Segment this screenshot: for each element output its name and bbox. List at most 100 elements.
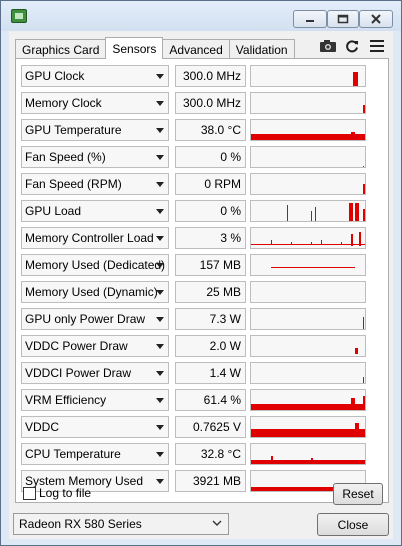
- sensor-value: 0 %: [175, 200, 246, 222]
- sensor-name-dropdown[interactable]: VDDC: [21, 416, 169, 438]
- caret-down-icon: [156, 344, 164, 349]
- minimize-button[interactable]: [293, 10, 327, 28]
- minimize-icon: [306, 20, 314, 22]
- tab-advanced[interactable]: Advanced: [162, 39, 230, 59]
- sensor-value: 300.0 MHz: [175, 92, 246, 114]
- caret-down-icon: [156, 155, 164, 160]
- close-button[interactable]: Close: [317, 513, 389, 536]
- sensor-name-dropdown[interactable]: VRM Efficiency: [21, 389, 169, 411]
- sensor-row: VDDC 0.7625 V: [21, 416, 383, 438]
- graph-bar: [353, 72, 358, 86]
- graph-bar: [251, 244, 365, 245]
- sensor-graph: [250, 254, 366, 276]
- sensor-graph: [250, 281, 366, 303]
- sensor-name-label: GPU Clock: [25, 69, 85, 83]
- sensor-name-dropdown[interactable]: Fan Speed (RPM): [21, 173, 169, 195]
- sensor-name-label: Memory Clock: [25, 96, 102, 110]
- graph-bar: [291, 242, 292, 245]
- sensor-name-label: CPU Temperature: [25, 447, 121, 461]
- caret-down-icon: [156, 398, 164, 403]
- reset-button[interactable]: Reset: [333, 483, 383, 505]
- sensor-name-dropdown[interactable]: Memory Clock: [21, 92, 169, 114]
- sensor-row: GPU Load 0 %: [21, 200, 383, 222]
- refresh-button[interactable]: [341, 37, 363, 55]
- graph-bar: [341, 242, 342, 245]
- graph-bar: [351, 398, 355, 404]
- sensor-value: 61.4 %: [175, 389, 246, 411]
- caret-down-icon: [156, 236, 164, 241]
- sensor-name-label: VRM Efficiency: [25, 393, 107, 407]
- sensor-row: Fan Speed (%) 0 %: [21, 146, 383, 168]
- sensor-name-dropdown[interactable]: Memory Used (Dynamic): [21, 281, 169, 303]
- graph-bar: [315, 207, 316, 221]
- sensor-name-dropdown[interactable]: Fan Speed (%): [21, 146, 169, 168]
- sensor-graph-trace: [287, 203, 365, 221]
- sensor-row: GPU Clock 300.0 MHz: [21, 65, 383, 87]
- gpu-select-dropdown[interactable]: Radeon RX 580 Series: [13, 513, 229, 535]
- graph-bar: [351, 132, 355, 134]
- sensor-name-label: GPU Load: [25, 204, 82, 218]
- sensor-name-dropdown[interactable]: Memory Controller Load: [21, 227, 169, 249]
- tab-graphics-card[interactable]: Graphics Card: [15, 39, 107, 59]
- sensor-name-dropdown[interactable]: GPU Load: [21, 200, 169, 222]
- sensor-value: 38.0 °C: [175, 119, 246, 141]
- close-window-button[interactable]: [359, 10, 393, 28]
- graph-bar: [321, 240, 322, 245]
- sensor-graph-trace: [251, 396, 365, 410]
- sensor-name-dropdown[interactable]: VDDCI Power Draw: [21, 362, 169, 384]
- maximize-button[interactable]: [327, 10, 359, 28]
- title-bar[interactable]: [1, 1, 401, 31]
- screenshot-button[interactable]: [317, 37, 339, 55]
- sensor-name-label: GPU only Power Draw: [25, 312, 146, 326]
- sensor-name-label: Memory Used (Dynamic): [25, 285, 158, 299]
- graph-bar: [271, 240, 272, 245]
- camera-icon: [320, 40, 336, 52]
- sensor-value: 0 RPM: [175, 173, 246, 195]
- sensor-graph-trace: [363, 166, 364, 167]
- sensor-row: GPU Temperature 38.0 °C: [21, 119, 383, 141]
- sensor-name-label: Memory Used (Dedicated): [25, 258, 166, 272]
- graph-bar: [355, 348, 358, 354]
- graph-bar: [287, 205, 288, 221]
- graph-bar: [251, 404, 365, 410]
- sensor-graph: [250, 308, 366, 330]
- sensor-row: VDDCI Power Draw 1.4 W: [21, 362, 383, 384]
- menu-button[interactable]: [366, 37, 388, 55]
- sensor-name-dropdown[interactable]: Memory Used (Dedicated): [21, 254, 169, 276]
- graph-bar: [359, 232, 361, 246]
- sensor-graph-trace: [363, 105, 365, 113]
- sensor-name-dropdown[interactable]: CPU Temperature: [21, 443, 169, 465]
- sensor-name-dropdown[interactable]: GPU only Power Draw: [21, 308, 169, 330]
- caret-down-icon: [156, 101, 164, 106]
- graph-bar: [311, 211, 312, 221]
- sensor-value: 300.0 MHz: [175, 65, 246, 87]
- tab-validation[interactable]: Validation: [228, 39, 295, 59]
- sensor-name-label: Memory Controller Load: [25, 231, 154, 245]
- sensor-name-dropdown[interactable]: VDDC Power Draw: [21, 335, 169, 357]
- tab-strip: Graphics Card Sensors Advanced Validatio…: [15, 37, 295, 59]
- chevron-down-icon: [212, 520, 222, 526]
- sensor-name-label: VDDC Power Draw: [25, 339, 128, 353]
- graph-bar: [363, 166, 364, 167]
- sensor-value: 25 MB: [175, 281, 246, 303]
- tab-sensors[interactable]: Sensors: [105, 37, 164, 59]
- close-icon: [371, 14, 381, 24]
- hamburger-menu-icon: [370, 40, 384, 52]
- sensor-value: 157 MB: [175, 254, 246, 276]
- graph-bar: [271, 456, 273, 460]
- graph-bar: [355, 203, 359, 221]
- sensors-panel: GPU Clock 300.0 MHz Memory Clock 300.0 MHz G…: [15, 58, 389, 503]
- sensor-graph: [250, 335, 366, 357]
- sensor-graph: [250, 416, 366, 438]
- sensor-name-label: VDDCI Power Draw: [25, 366, 132, 380]
- graph-bar: [363, 184, 365, 194]
- sensor-name-label: VDDC: [25, 420, 60, 434]
- sensor-name-dropdown[interactable]: GPU Clock: [21, 65, 169, 87]
- graph-bar: [271, 267, 355, 268]
- log-to-file-label: Log to file: [39, 486, 92, 500]
- sensor-graph: [250, 362, 366, 384]
- graph-bar: [251, 429, 365, 437]
- sensor-row: Memory Clock 300.0 MHz: [21, 92, 383, 114]
- log-to-file-checkbox[interactable]: [23, 487, 36, 500]
- sensor-name-dropdown[interactable]: GPU Temperature: [21, 119, 169, 141]
